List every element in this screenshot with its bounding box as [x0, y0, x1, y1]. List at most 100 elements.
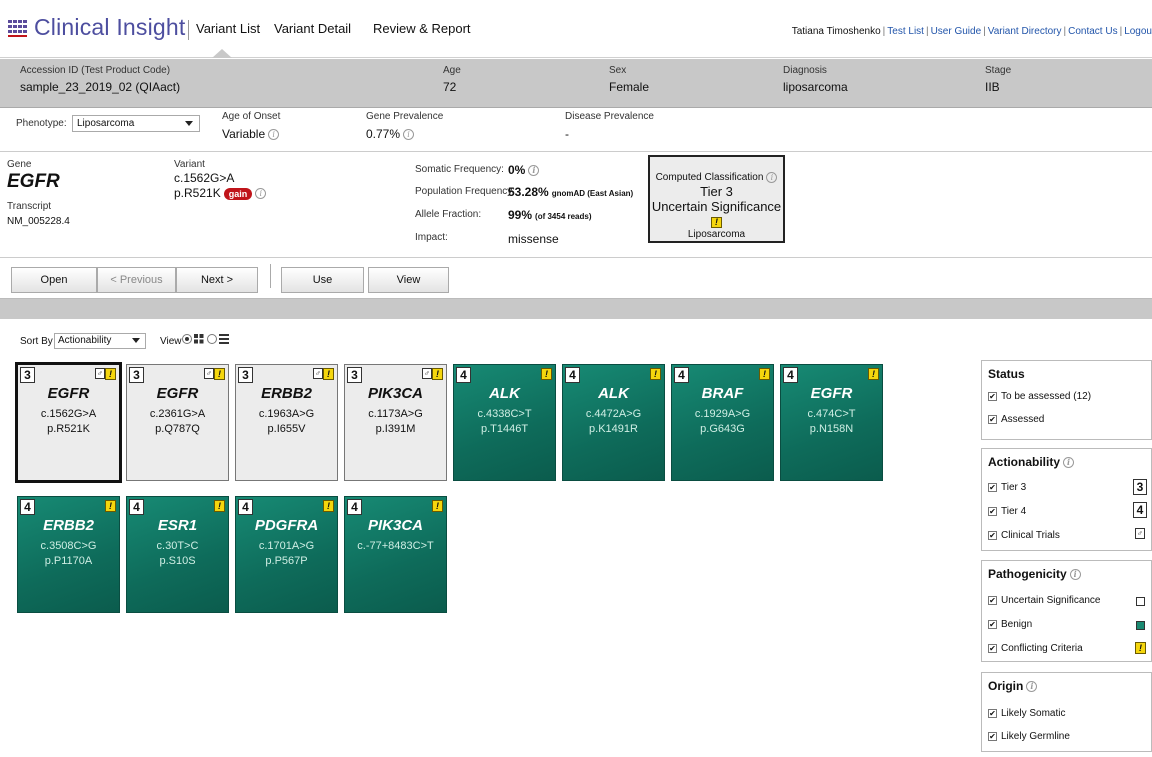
- classification-title-wrap: Computed Classification i: [650, 172, 783, 183]
- variant-card[interactable]: 4! PDGFRA c.1701A>G p.P567P: [235, 496, 338, 613]
- contact-us-link[interactable]: Contact Us: [1068, 26, 1117, 37]
- variant-card[interactable]: 4! PIK3CA c.-77+8483C>T: [344, 496, 447, 613]
- info-icon[interactable]: i: [1026, 681, 1038, 693]
- info-icon[interactable]: i: [1069, 569, 1081, 581]
- filter-assessed[interactable]: ✔ Assessed: [988, 414, 1044, 425]
- tier-badge: 3: [238, 367, 253, 383]
- tab-variant-detail[interactable]: Variant Detail: [274, 21, 351, 36]
- view-bibliography-button[interactable]: View Bibliography: [368, 267, 449, 310]
- sex-label: Sex: [609, 65, 627, 76]
- chevron-down-icon: [132, 338, 140, 343]
- card-protein: p.P1170A: [44, 555, 93, 567]
- open-button[interactable]: Open: [11, 267, 97, 293]
- grid-view-icon[interactable]: [194, 334, 204, 344]
- classification-title: Computed Classification: [655, 172, 764, 184]
- view-list-radio[interactable]: [207, 334, 217, 344]
- warning-icon: !: [323, 500, 334, 512]
- logout-link[interactable]: Logou: [1124, 26, 1152, 37]
- title-divider: [188, 20, 189, 40]
- variant-card[interactable]: 3 ♂! PIK3CA c.1173A>G p.I391M: [344, 364, 447, 481]
- tier-badge: 4: [783, 367, 798, 383]
- card-gene: PIK3CA: [367, 385, 423, 402]
- checkbox-icon[interactable]: ✔: [988, 595, 997, 605]
- previous-button[interactable]: < Previous: [97, 267, 176, 293]
- sort-selected-value: Actionability: [58, 335, 112, 346]
- checkbox-icon[interactable]: ✔: [988, 414, 997, 424]
- filter-conflicting-criteria[interactable]: ✔ Conflicting Criteria: [988, 643, 1083, 654]
- variant-card[interactable]: 4! BRAF c.1929A>G p.G643G: [671, 364, 774, 481]
- user-guide-link[interactable]: User Guide: [931, 26, 982, 37]
- filter-likely-germline[interactable]: ✔ Likely Germline: [988, 731, 1070, 742]
- card-protein: p.S10S: [159, 555, 196, 567]
- checkbox-icon[interactable]: ✔: [988, 619, 997, 629]
- onset-label: Age of Onset: [222, 111, 281, 122]
- pathogenicity-filter: Pathogenicity i ✔ Uncertain Significance ✔…: [981, 560, 1152, 662]
- diagnosis-value: liposarcoma: [783, 80, 848, 94]
- variant-protein: p.R521K: [174, 186, 221, 200]
- variant-card[interactable]: 3 ♂! EGFR c.1562G>A p.R521K: [15, 362, 122, 483]
- info-icon[interactable]: i: [403, 129, 415, 141]
- impact-value: missense: [508, 232, 559, 246]
- checkbox-icon[interactable]: ✔: [988, 530, 997, 540]
- filter-label: Assessed: [1001, 414, 1045, 425]
- origin-title-wrap: Origin i: [988, 679, 1038, 693]
- checkbox-icon[interactable]: ✔: [988, 506, 997, 516]
- variant-card[interactable]: 4! ALK c.4338C>T p.T1446T: [453, 364, 556, 481]
- info-icon[interactable]: i: [528, 165, 540, 177]
- checkbox-icon[interactable]: ✔: [988, 708, 997, 718]
- button-divider: [270, 264, 271, 288]
- tab-variant-list[interactable]: Variant List: [196, 21, 260, 36]
- warning-icon: !: [105, 500, 116, 512]
- somatic-frequency-value: 0%: [508, 163, 526, 177]
- filter-likely-somatic[interactable]: ✔ Likely Somatic: [988, 708, 1065, 719]
- sort-by-select[interactable]: Actionability: [54, 333, 146, 349]
- accession-label: Accession ID (Test Product Code): [20, 65, 171, 76]
- origin-title: Origin: [988, 679, 1024, 693]
- info-icon[interactable]: i: [766, 172, 778, 183]
- filter-benign[interactable]: ✔ Benign: [988, 619, 1032, 630]
- next-button[interactable]: Next >: [176, 267, 258, 293]
- phenotype-select[interactable]: Liposarcoma: [72, 115, 200, 132]
- variant-directory-link[interactable]: Variant Directory: [988, 26, 1062, 37]
- filter-clinical-trials[interactable]: ✔ Clinical Trials: [988, 530, 1060, 541]
- app-title: Clinical Insight: [34, 14, 186, 40]
- pathogenicity-title-wrap: Pathogenicity i: [988, 567, 1081, 581]
- checkbox-icon[interactable]: ✔: [988, 643, 997, 653]
- variant-card[interactable]: 4! ALK c.4472A>G p.K1491R: [562, 364, 665, 481]
- view-grid-radio[interactable]: [182, 334, 192, 344]
- test-list-link[interactable]: Test List: [887, 26, 924, 37]
- transcript-value: NM_005228.4: [7, 216, 70, 227]
- checkbox-icon[interactable]: ✔: [988, 731, 997, 741]
- use-classification-button[interactable]: Use Classification: [281, 267, 364, 310]
- checkbox-icon[interactable]: ✔: [988, 391, 997, 401]
- card-gene: PIK3CA: [367, 517, 423, 534]
- checkbox-icon[interactable]: ✔: [988, 482, 997, 492]
- tab-review-report[interactable]: Review & Report: [373, 21, 471, 36]
- card-protein: p.P567P: [265, 555, 308, 567]
- variant-card[interactable]: 3 ♂! ERBB2 c.1963A>G p.I655V: [235, 364, 338, 481]
- variant-detail-panel: [0, 152, 1152, 258]
- card-cdna: c.-77+8483C>T: [357, 540, 434, 552]
- variant-card[interactable]: 4! EGFR c.474C>T p.N158N: [780, 364, 883, 481]
- card-flags: ♂!: [204, 368, 225, 380]
- variant-card[interactable]: 4! ERBB2 c.3508C>G p.P1170A: [17, 496, 120, 613]
- card-protein: p.T1446T: [480, 423, 529, 435]
- variant-card[interactable]: 4! ESR1 c.30T>C p.S10S: [126, 496, 229, 613]
- population-frequency-wrap: 53.28% gnomAD (East Asian): [508, 185, 633, 199]
- card-cdna: c.474C>T: [807, 408, 856, 420]
- filter-tier-4[interactable]: ✔ Tier 4: [988, 506, 1026, 517]
- computed-classification-box: Computed Classification i Tier 3 Uncertai…: [648, 155, 785, 243]
- info-icon[interactable]: i: [268, 129, 280, 141]
- filter-uncertain-significance[interactable]: ✔ Uncertain Significance: [988, 595, 1101, 606]
- filter-label: Tier 3: [1001, 482, 1027, 493]
- variant-card[interactable]: 3 ♂! EGFR c.2361G>A p.Q787Q: [126, 364, 229, 481]
- info-icon[interactable]: i: [1063, 457, 1075, 469]
- actionability-title: Actionability: [988, 455, 1061, 469]
- info-icon[interactable]: i: [255, 188, 267, 200]
- list-view-icon[interactable]: [219, 334, 229, 344]
- filter-tier-3[interactable]: ✔ Tier 3: [988, 482, 1026, 493]
- card-protein: p.I391M: [375, 423, 416, 435]
- filter-to-be-assessed[interactable]: ✔ To be assessed (12): [988, 391, 1091, 402]
- card-flags: !: [323, 500, 334, 512]
- allele-fraction-label: Allele Fraction:: [415, 209, 482, 220]
